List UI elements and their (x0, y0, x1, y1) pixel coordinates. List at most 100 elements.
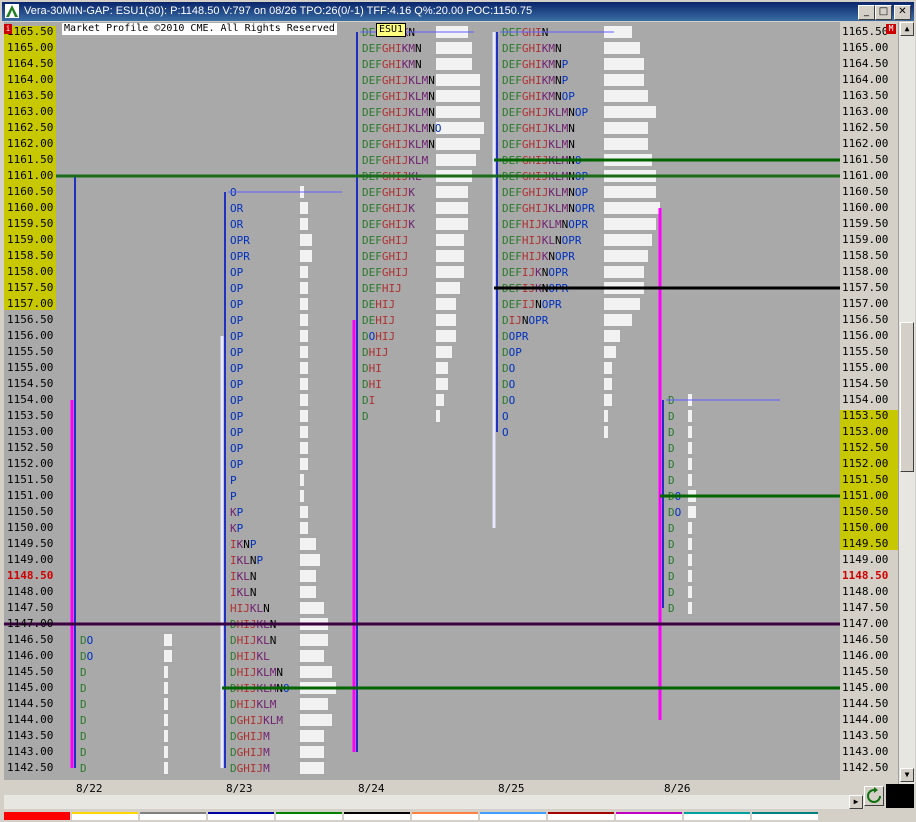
close-button[interactable]: ✕ (894, 5, 911, 20)
price-tick-label: 1149.00 (7, 553, 54, 566)
tpo-row: DEFIJNOPR (502, 298, 562, 311)
tpo-row: DHI (362, 378, 382, 391)
chart-tab[interactable] (412, 812, 478, 820)
tpo-row: DEFGHIJ (362, 266, 408, 279)
chart-tab[interactable] (752, 812, 818, 820)
price-tick-label: 1155.50 (842, 345, 889, 358)
volume-profile-bar (436, 106, 480, 118)
chart-tab[interactable] (480, 812, 546, 820)
price-tick-label: 1163.00 (7, 105, 54, 118)
tpo-row: DIJNOPR (502, 314, 549, 327)
price-tick-label: 1152.00 (842, 457, 889, 470)
tpo-row: OP (230, 314, 244, 327)
price-tick-label: 1157.00 (7, 297, 54, 310)
tpo-row: O (502, 410, 509, 423)
price-tick-label: 1161.00 (7, 169, 54, 182)
volume-profile-bar (164, 666, 168, 678)
scroll-right-arrow-icon[interactable]: ▶ (849, 795, 863, 809)
tpo-row: DEFHIJKNOPR (502, 250, 575, 263)
price-tick-label: 1148.00 (7, 585, 54, 598)
tpo-row: OP (230, 362, 244, 375)
tpo-row: KP (230, 506, 244, 519)
volume-profile-bar (604, 362, 612, 374)
price-tick-label: 1163.50 (7, 89, 54, 102)
tpo-row: D (80, 714, 87, 727)
volume-profile-bar (604, 346, 616, 358)
volume-profile-bar (436, 234, 464, 246)
price-tick-label: 1156.50 (7, 313, 54, 326)
volume-profile-bar (436, 218, 468, 230)
chart-tab[interactable] (208, 812, 274, 820)
price-tick-label: 1165.50 (7, 25, 54, 38)
price-tick-label: 1163.50 (842, 89, 889, 102)
maximize-button[interactable]: □ (875, 5, 892, 20)
tpo-row: DO (80, 634, 93, 647)
tpo-row: IKLN (230, 586, 257, 599)
price-tick-label: 1162.50 (842, 121, 889, 134)
volume-profile-bar (300, 490, 304, 502)
volume-profile-bar (300, 634, 328, 646)
refresh-button[interactable] (864, 786, 884, 806)
volume-profile-bar (604, 42, 640, 54)
tpo-row: IKNP (230, 538, 257, 551)
volume-profile-bar (300, 522, 308, 534)
left-marker-badge[interactable]: i (4, 24, 12, 34)
right-marker-badge[interactable]: M (886, 24, 896, 34)
price-tick-label: 1163.00 (842, 105, 889, 118)
vertical-scroll-thumb[interactable] (900, 322, 914, 472)
scroll-down-arrow-icon[interactable]: ▼ (900, 768, 914, 782)
volume-profile-bar (604, 58, 644, 70)
minimize-button[interactable]: _ (858, 5, 875, 20)
tpo-row: DEFGHIKMNOP (502, 90, 575, 103)
chart-tab[interactable] (548, 812, 614, 820)
tpo-row: OP (230, 346, 244, 359)
tpo-row: DHIJKLM (230, 698, 277, 711)
volume-profile-bar (300, 218, 308, 230)
tpo-row: DEFGHIJKLMN (362, 90, 435, 103)
price-tick-label: 1158.50 (842, 249, 889, 262)
chart-tab[interactable] (140, 812, 206, 820)
chart-tab[interactable] (616, 812, 682, 820)
title-bar[interactable]: Vera-30MIN-GAP: ESU1(30): P:1148.50 V:79… (2, 2, 914, 21)
volume-profile-bar (300, 378, 308, 390)
volume-profile-bar (604, 426, 608, 438)
color-swatch[interactable] (886, 784, 914, 808)
volume-profile-bar (436, 58, 472, 70)
window-title: Vera-30MIN-GAP: ESU1(30): P:1148.50 V:79… (24, 5, 533, 17)
tpo-row: DEFHIJKLMNOPR (502, 218, 589, 231)
chart-tab[interactable] (4, 812, 70, 820)
vertical-scrollbar[interactable]: ▲ ▼ (898, 22, 915, 784)
volume-profile-bar (164, 762, 168, 774)
chart-tab[interactable] (276, 812, 342, 820)
chart-tabs[interactable] (0, 810, 916, 822)
price-tick-label: 1145.50 (842, 665, 889, 678)
tpo-row: OPR (230, 234, 250, 247)
volume-profile-bar (300, 474, 304, 486)
tpo-row: DOHIJ (362, 330, 395, 343)
volume-profile-bar (300, 762, 324, 774)
volume-profile-bar (300, 442, 308, 454)
volume-profile-bar (436, 42, 472, 54)
volume-profile-bar (436, 250, 464, 262)
price-tick-label: 1154.00 (7, 393, 54, 406)
plot-area[interactable]: DODODDDDDDDOOROROPROPROPOPOPOPOPOPOPOPOP… (4, 22, 840, 780)
tpo-row: D (80, 730, 87, 743)
volume-profile-bar (604, 298, 640, 310)
price-tick-label: 1142.50 (7, 761, 54, 774)
tpo-row: D (668, 586, 675, 599)
tpo-row: D (668, 458, 675, 471)
scroll-up-arrow-icon[interactable]: ▲ (900, 22, 914, 36)
price-tick-label: 1158.00 (7, 265, 54, 278)
price-tick-label: 1146.00 (7, 649, 54, 662)
chart-tab[interactable] (72, 812, 138, 820)
volume-profile-bar (604, 106, 656, 118)
price-tick-label: 1149.50 (842, 537, 889, 550)
chart-tab[interactable] (684, 812, 750, 820)
price-tick-label: 1159.00 (842, 233, 889, 246)
horizontal-scrollbar[interactable]: ▶ (4, 795, 864, 809)
market-profile-chart: DODODDDDDDDOOROROPROPROPOPOPOPOPOPOPOPOP… (4, 26, 840, 775)
volume-profile-bar (688, 602, 692, 614)
chart-tab[interactable] (344, 812, 410, 820)
price-tick-label: 1157.50 (842, 281, 889, 294)
price-tick-label: 1165.00 (7, 41, 54, 54)
